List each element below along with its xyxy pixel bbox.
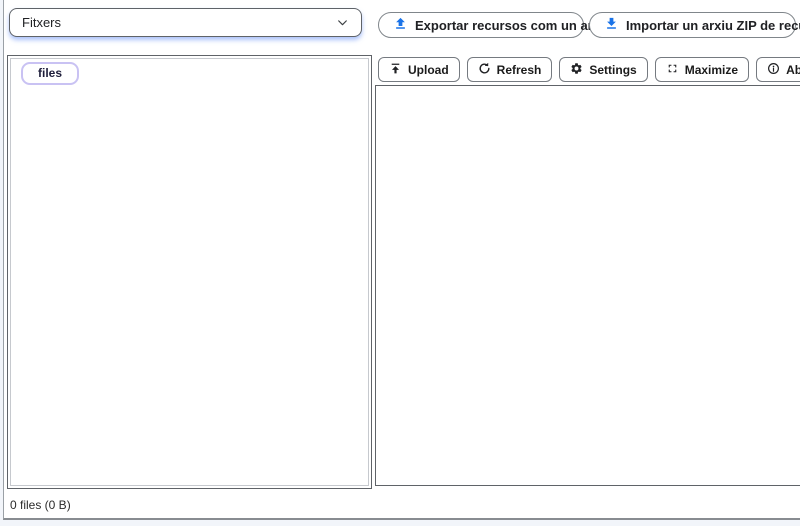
upload-button[interactable]: Upload <box>378 57 460 82</box>
settings-label: Settings <box>589 63 636 77</box>
maximize-icon <box>666 62 679 78</box>
import-zip-button[interactable]: Importar un arxiu ZIP de recursos <box>589 12 796 38</box>
file-toolbar: Upload Refresh Settings Maximize About <box>378 57 800 82</box>
about-button[interactable]: About <box>756 57 800 82</box>
file-content-panel[interactable] <box>375 85 800 486</box>
about-label: About <box>786 63 800 77</box>
refresh-icon <box>478 62 491 78</box>
upload-zip-icon <box>393 16 408 34</box>
maximize-button[interactable]: Maximize <box>655 57 749 82</box>
download-zip-icon <box>604 16 619 34</box>
info-icon <box>767 62 780 78</box>
resource-type-select[interactable]: Fitxers <box>9 8 362 37</box>
gear-icon <box>570 62 583 78</box>
resource-type-select-value: Fitxers <box>22 15 61 30</box>
upload-label: Upload <box>408 63 449 77</box>
upload-icon <box>389 62 402 78</box>
export-zip-button[interactable]: Exportar recursos com un arxiu ZIP <box>378 12 584 38</box>
chevron-down-icon <box>336 16 349 29</box>
refresh-label: Refresh <box>497 63 542 77</box>
import-zip-label: Importar un arxiu ZIP de recursos <box>626 18 800 33</box>
settings-button[interactable]: Settings <box>559 57 647 82</box>
file-tree-panel: files <box>7 55 372 489</box>
file-tree-root-label: files <box>38 66 62 80</box>
refresh-button[interactable]: Refresh <box>467 57 553 82</box>
file-tree-root-node[interactable]: files <box>21 62 79 85</box>
maximize-label: Maximize <box>685 63 738 77</box>
status-text: 0 files (0 B) <box>10 498 71 512</box>
file-tree-area[interactable]: files <box>10 58 369 486</box>
